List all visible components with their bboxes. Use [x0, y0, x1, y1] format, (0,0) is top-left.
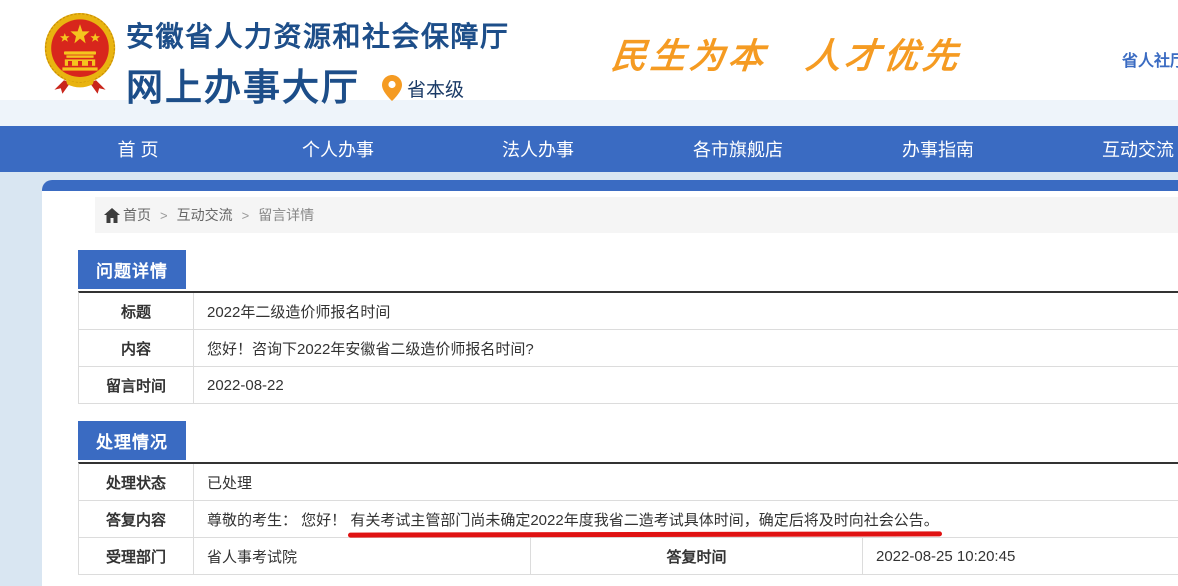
nav-item-personal[interactable]: 个人办事 — [238, 126, 438, 172]
nav-item-home[interactable]: 首 页 — [38, 126, 238, 172]
row-label-dept: 受理部门 — [79, 538, 194, 574]
row-value-title: 2022年二级造价师报名时间 — [194, 293, 1178, 329]
page-background-gap — [0, 172, 1178, 180]
site-titles: 安徽省人力资源和社会保障厅 网上办事大厅 省本级 — [126, 15, 510, 111]
reply-highlighted-text: 有关考试主管部门尚未确定2022年度我省二造考试具体时间，确定后将及时向社会公告… — [350, 509, 938, 530]
location-pin-icon — [382, 75, 402, 101]
card-top-strip — [42, 180, 1178, 191]
breadcrumb-separator: > — [242, 208, 250, 223]
table-row: 处理状态 已处理 — [79, 464, 1178, 501]
content-card: 首页 > 互动交流 > 留言详情 问题详情 标题 2022年二级造价师报名时间 … — [42, 180, 1178, 586]
nav-item-guide[interactable]: 办事指南 — [838, 126, 1038, 172]
row-label-reply: 答复内容 — [79, 501, 194, 537]
breadcrumb-interaction[interactable]: 互动交流 — [177, 205, 233, 225]
nav-item-interaction[interactable]: 互动交流 — [1038, 126, 1178, 172]
breadcrumb-home[interactable]: 首页 — [123, 205, 151, 225]
nav-item-city-stores[interactable]: 各市旗舰店 — [638, 126, 838, 172]
row-value-content: 您好！咨询下2022年安徽省二级造价师报名时间? — [194, 330, 1178, 366]
section-tab-question: 问题详情 — [78, 250, 186, 289]
home-icon — [104, 208, 120, 223]
region-selector[interactable]: 省本级 — [382, 75, 464, 102]
table-row: 留言时间 2022-08-22 — [79, 367, 1178, 404]
row-label-reply-time: 答复时间 — [531, 538, 863, 574]
row-value-status: 已处理 — [194, 464, 1178, 500]
breadcrumb-separator: > — [160, 208, 168, 223]
row-value-reply: 尊敬的考生： 您好！ 有关考试主管部门尚未确定2022年度我省二造考试具体时间，… — [194, 501, 1178, 537]
row-value-dept: 省人事考试院 — [194, 538, 531, 574]
slogan-calligraphy: 民生为本 人才优先 — [609, 28, 965, 79]
table-row: 答复内容 尊敬的考生： 您好！ 有关考试主管部门尚未确定2022年度我省二造考试… — [79, 501, 1178, 538]
row-value-message-time: 2022-08-22 — [194, 367, 1178, 403]
message-detail: 问题详情 标题 2022年二级造价师报名时间 内容 您好！咨询下2022年安徽省… — [78, 250, 1178, 575]
nav-item-corporate[interactable]: 法人办事 — [438, 126, 638, 172]
table-row: 受理部门 省人事考试院 答复时间 2022-08-25 10:20:45 — [79, 538, 1178, 575]
row-label-content: 内容 — [79, 330, 194, 366]
table-row: 内容 您好！咨询下2022年安徽省二级造价师报名时间? — [79, 330, 1178, 367]
breadcrumb-current: 留言详情 — [258, 205, 314, 225]
national-emblem-logo — [40, 11, 120, 95]
reply-prefix: 尊敬的考生： 您好！ — [207, 509, 350, 530]
site-name: 网上办事大厅 — [126, 57, 360, 111]
main-nav: 首 页 个人办事 法人办事 各市旗舰店 办事指南 互动交流 — [0, 126, 1178, 172]
org-name: 安徽省人力资源和社会保障厅 — [126, 15, 510, 55]
region-label: 省本级 — [407, 75, 464, 102]
breadcrumb: 首页 > 互动交流 > 留言详情 — [95, 197, 1178, 233]
question-table: 标题 2022年二级造价师报名时间 内容 您好！咨询下2022年安徽省二级造价师… — [78, 291, 1178, 404]
row-label-status: 处理状态 — [79, 464, 194, 500]
section-tab-handling: 处理情况 — [78, 421, 186, 460]
top-link-provincial-dept[interactable]: 省人社厅 — [1122, 47, 1178, 71]
row-value-reply-time: 2022-08-25 10:20:45 — [863, 538, 1178, 574]
row-label-message-time: 留言时间 — [79, 367, 194, 403]
table-row: 标题 2022年二级造价师报名时间 — [79, 293, 1178, 330]
row-label-title: 标题 — [79, 293, 194, 329]
site-header: 安徽省人力资源和社会保障厅 网上办事大厅 省本级 民生为本 人才优先 省人社厅 — [0, 0, 1178, 100]
handling-table: 处理状态 已处理 答复内容 尊敬的考生： 您好！ 有关考试主管部门尚未确定202… — [78, 462, 1178, 575]
